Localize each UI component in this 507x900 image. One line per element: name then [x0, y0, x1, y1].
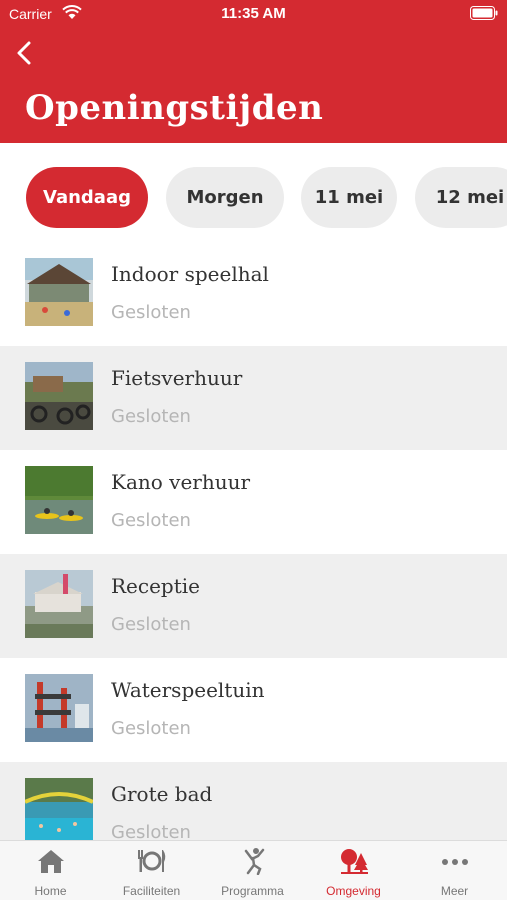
tab-programma[interactable]: Programma — [202, 841, 303, 900]
page-title: Openingstijden — [25, 88, 324, 128]
facility-name: Indoor speelhal — [111, 262, 269, 286]
tab-label: Home — [34, 884, 67, 898]
facility-photo — [25, 362, 93, 430]
facility-photo — [25, 674, 93, 742]
battery-icon — [470, 6, 498, 20]
facility-status: Gesloten — [111, 406, 191, 427]
tab-label: Faciliteiten — [122, 884, 181, 898]
bottom-tab-bar: Home Faciliteiten Programma Omgeving Mee… — [0, 840, 507, 900]
cutlery-icon — [138, 850, 166, 872]
status-bar: Carrier 11:35 AM — [0, 0, 507, 28]
facility-name: Grote bad — [111, 782, 213, 806]
day-tabs: Vandaag Morgen 11 mei 12 mei — [0, 143, 507, 250]
facility-photo — [25, 466, 93, 534]
list-item[interactable]: Indoor speelhal Gesloten — [0, 242, 507, 346]
facility-name: Receptie — [111, 574, 201, 598]
list-item[interactable]: Grote bad Gesloten — [0, 762, 507, 840]
tab-label: Programma — [221, 884, 284, 898]
dancing-person-icon — [244, 848, 265, 875]
facility-status: Gesloten — [111, 614, 191, 635]
facility-name: Kano verhuur — [111, 470, 251, 494]
facility-status: Gesloten — [111, 822, 191, 840]
trees-icon — [341, 849, 368, 874]
facility-list: Indoor speelhal Gesloten Fietsverhuur Ge… — [0, 242, 507, 840]
list-item[interactable]: Kano verhuur Gesloten — [0, 450, 507, 554]
tab-vandaag[interactable]: Vandaag — [26, 167, 148, 228]
house-icon — [38, 850, 64, 873]
more-dots-icon — [442, 859, 468, 865]
facility-name: Waterspeeltuin — [111, 678, 265, 702]
facility-status: Gesloten — [111, 718, 191, 739]
list-item[interactable]: Fietsverhuur Gesloten — [0, 346, 507, 450]
tab-12-mei[interactable]: 12 mei — [415, 167, 507, 228]
tab-label: Meer — [440, 884, 469, 898]
facility-photo — [25, 258, 93, 326]
facility-photo — [25, 778, 93, 840]
tab-faciliteiten[interactable]: Faciliteiten — [101, 841, 202, 900]
status-time: 11:35 AM — [221, 5, 286, 22]
tab-home[interactable]: Home — [0, 841, 101, 900]
facility-status: Gesloten — [111, 302, 191, 323]
tab-omgeving[interactable]: Omgeving — [303, 841, 404, 900]
list-item[interactable]: Receptie Gesloten — [0, 554, 507, 658]
tab-morgen[interactable]: Morgen — [166, 167, 284, 228]
app-header: Carrier 11:35 AM Openingstijden — [0, 0, 507, 143]
tab-label: Omgeving — [326, 884, 381, 898]
tab-meer[interactable]: Meer — [404, 841, 505, 900]
chevron-left-icon[interactable] — [12, 38, 38, 68]
facility-status: Gesloten — [111, 510, 191, 531]
list-item[interactable]: Waterspeeltuin Gesloten — [0, 658, 507, 762]
facility-name: Fietsverhuur — [111, 366, 243, 390]
facility-photo — [25, 570, 93, 638]
tab-11-mei[interactable]: 11 mei — [301, 167, 397, 228]
